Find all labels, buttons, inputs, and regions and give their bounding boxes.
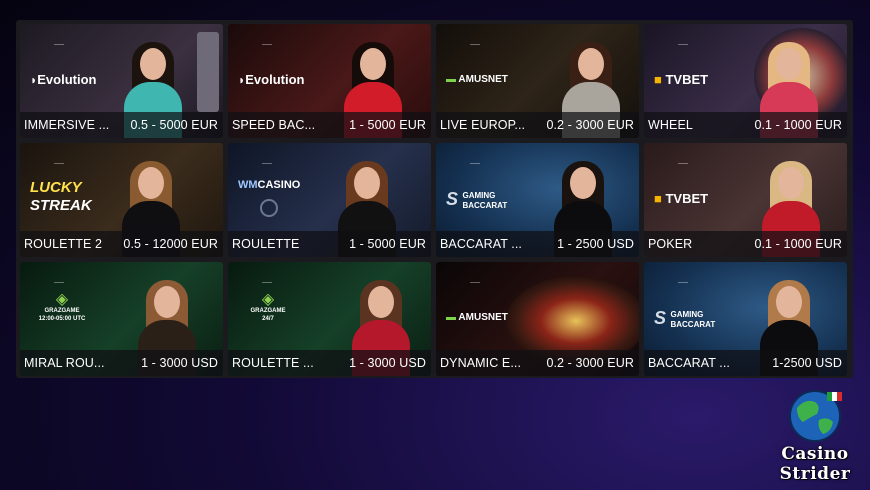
bet-limit: 0.5 - 12000 EUR <box>123 237 218 251</box>
logo-hours: 24/7 <box>262 316 274 322</box>
wm-casino-logo: WMCASINO <box>238 179 300 191</box>
tvbet-mark-icon: ■ <box>654 72 662 87</box>
logo-word-gaming: GAMING <box>462 191 496 200</box>
bet-limit: 1 - 3000 USD <box>141 356 218 370</box>
globe-icon <box>789 390 842 442</box>
game-name: BACCARAT ... <box>648 356 731 370</box>
logo-hours: 12:00-05:00 UTC <box>38 316 86 322</box>
tvbet-mark-icon: ■ <box>654 191 662 206</box>
game-name: LIVE EUROP... <box>440 118 526 132</box>
logo-word-baccarat: BACCARAT <box>670 320 716 329</box>
game-name: DYNAMIC E... <box>440 356 522 370</box>
logo-word-wm: WM <box>238 179 258 191</box>
tile-info-bar: POKER 0.1 - 1000 EUR <box>644 231 847 257</box>
tile-info-bar: SPEED BAC... 1 - 5000 EUR <box>228 112 431 138</box>
game-tile[interactable]: LUCKY STREAK ROULETTE 2 0.5 - 12000 EUR <box>20 143 223 257</box>
logo-word-casino: CASINO <box>257 179 301 191</box>
game-tile[interactable]: ◈ GRAZGAME 12:00-05:00 UTC MIRAL ROU... … <box>20 262 223 376</box>
tvbet-logo: ■ TVBET <box>654 72 709 87</box>
bet-limit: 1 - 2500 USD <box>557 237 634 251</box>
tile-info-bar: ROULETTE ... 1 - 3000 USD <box>228 350 431 376</box>
logo-word-lucky: LUCKY <box>30 179 82 196</box>
game-tile[interactable]: S GAMING BACCARAT BACCARAT ... 1-2500 US… <box>644 262 847 376</box>
sa-gaming-logo: S GAMING BACCARAT <box>446 189 507 211</box>
sa-mark-icon: S <box>446 189 459 209</box>
logo-word-streak: STREAK <box>30 197 92 214</box>
game-name: MIRAL ROU... <box>24 356 105 370</box>
game-tile[interactable]: ■ TVBET WHEEL 0.1 - 1000 EUR <box>644 24 847 138</box>
evolution-logo: ◗Evolution <box>30 72 97 87</box>
grazgame-logo: ◈ GRAZGAME 24/7 <box>238 291 298 323</box>
tile-info-bar: IMMERSIVE ... 0.5 - 5000 EUR <box>20 112 223 138</box>
tile-info-bar: ROULETTE 2 0.5 - 12000 EUR <box>20 231 223 257</box>
casino-strider-watermark: Casino Strider <box>770 388 860 488</box>
brand-line-2: Strider <box>779 464 851 484</box>
grazgame-logo: ◈ GRAZGAME 12:00-05:00 UTC <box>32 291 92 323</box>
game-tile[interactable]: ◗Evolution SPEED BAC... 1 - 5000 EUR <box>228 24 431 138</box>
bet-limit: 1 - 5000 EUR <box>349 237 426 251</box>
tile-info-bar: ROULETTE 1 - 5000 EUR <box>228 231 431 257</box>
wm-casino-emblem-icon <box>260 199 278 217</box>
game-name: POKER <box>648 237 693 251</box>
roulette-display-image <box>197 32 219 112</box>
tile-info-bar: LIVE EUROP... 0.2 - 3000 EUR <box>436 112 639 138</box>
game-name: ROULETTE <box>232 237 300 251</box>
game-tile[interactable]: ■ TVBET POKER 0.1 - 1000 EUR <box>644 143 847 257</box>
bet-limit: 1 - 5000 EUR <box>349 118 426 132</box>
sa-gaming-logo: S GAMING BACCARAT <box>654 308 715 330</box>
amusnet-logo: ▬ AMUSNET <box>446 74 508 85</box>
bet-limit: 0.2 - 3000 EUR <box>546 356 634 370</box>
game-name: ROULETTE 2 <box>24 237 103 251</box>
tile-info-bar: BACCARAT ... 1 - 2500 USD <box>436 231 639 257</box>
tile-info-bar: BACCARAT ... 1-2500 USD <box>644 350 847 376</box>
lucky-streak-logo: LUCKY STREAK <box>30 179 92 215</box>
bet-limit: 0.1 - 1000 EUR <box>754 118 842 132</box>
amusnet-mark-icon: ▬ <box>446 74 456 85</box>
tile-info-bar: DYNAMIC E... 0.2 - 3000 EUR <box>436 350 639 376</box>
bet-limit: 1-2500 USD <box>772 356 842 370</box>
tvbet-logo: ■ TVBET <box>654 191 709 206</box>
brand-line-1: Casino <box>781 444 849 464</box>
grazgame-mark-icon: ◈ <box>55 291 69 308</box>
game-name: SPEED BAC... <box>232 118 316 132</box>
game-tile[interactable]: ▬ AMUSNET DYNAMIC E... 0.2 - 3000 EUR <box>436 262 639 376</box>
game-tile[interactable]: ▬ AMUSNET LIVE EUROP... 0.2 - 3000 EUR <box>436 24 639 138</box>
logo-word-gaming: GAMING <box>670 310 704 319</box>
game-name: IMMERSIVE ... <box>24 118 110 132</box>
tile-info-bar: MIRAL ROU... 1 - 3000 USD <box>20 350 223 376</box>
evolution-logo: ◗Evolution <box>238 72 305 87</box>
game-tile[interactable]: WMCASINO ROULETTE 1 - 5000 EUR <box>228 143 431 257</box>
logo-word-grazgame: GRAZGAME <box>250 308 286 314</box>
game-name: BACCARAT ... <box>440 237 523 251</box>
tile-info-bar: WHEEL 0.1 - 1000 EUR <box>644 112 847 138</box>
game-tile[interactable]: ◈ GRAZGAME 24/7 ROULETTE ... 1 - 3000 US… <box>228 262 431 376</box>
logo-word-grazgame: GRAZGAME <box>44 308 80 314</box>
grazgame-mark-icon: ◈ <box>261 291 275 308</box>
game-name: ROULETTE ... <box>232 356 314 370</box>
bet-limit: 1 - 3000 USD <box>349 356 426 370</box>
bet-limit: 0.5 - 5000 EUR <box>130 118 218 132</box>
bet-limit: 0.1 - 1000 EUR <box>754 237 842 251</box>
logo-word-baccarat: BACCARAT <box>462 201 508 210</box>
sa-mark-icon: S <box>654 308 667 328</box>
game-tile[interactable]: S GAMING BACCARAT BACCARAT ... 1 - 2500 … <box>436 143 639 257</box>
live-games-grid: ◗Evolution IMMERSIVE ... 0.5 - 5000 EUR … <box>16 20 853 378</box>
bet-limit: 0.2 - 3000 EUR <box>546 118 634 132</box>
game-name: WHEEL <box>648 118 693 132</box>
game-tile[interactable]: ◗Evolution IMMERSIVE ... 0.5 - 5000 EUR <box>20 24 223 138</box>
amusnet-logo: ▬ AMUSNET <box>446 312 508 323</box>
amusnet-mark-icon: ▬ <box>446 312 456 323</box>
